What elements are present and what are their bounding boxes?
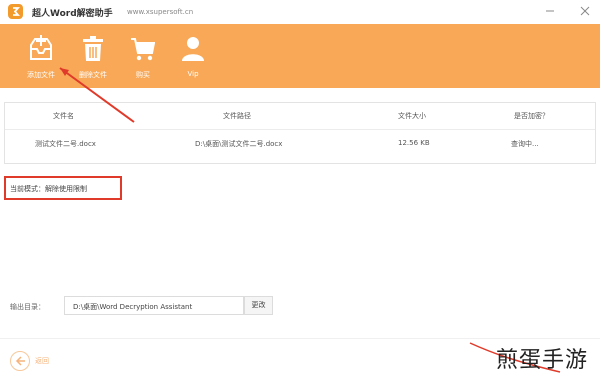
file-table: 文件名 文件路径 文件大小 是否加密？ 测试文件二号.docx D:\桌面\测试… — [4, 102, 596, 164]
add-file-icon — [29, 35, 53, 63]
cart-icon — [131, 35, 156, 63]
delete-file-label: 删除文件 — [79, 71, 107, 79]
column-header-encrypted: 是否加密？ — [514, 112, 549, 120]
column-header-path: 文件路径 — [223, 112, 251, 120]
app-title: 超人Word解密助手 — [32, 9, 113, 19]
change-dir-button[interactable]: 更改 — [244, 296, 273, 315]
close-icon[interactable] — [578, 4, 592, 18]
current-mode-box: 当前模式：解除使用限制 — [4, 176, 122, 200]
vip-label: Vip — [187, 70, 199, 78]
watermark-text: 煎蛋手游 — [496, 348, 589, 373]
buy-label: 购买 — [136, 71, 150, 79]
back-button-label[interactable]: 返回 — [35, 356, 49, 366]
output-dir-label: 输出目录： — [10, 303, 45, 311]
table-cell-name[interactable]: 测试文件二号.docx — [35, 139, 96, 149]
delete-icon — [81, 35, 105, 63]
table-cell-path[interactable]: D:\桌面\测试文件二号.docx — [195, 139, 282, 149]
user-icon — [181, 35, 205, 63]
table-cell-status[interactable]: 查询中... — [511, 139, 539, 149]
current-mode-text: 当前模式：解除使用限制 — [10, 185, 87, 193]
output-dir-field[interactable]: D:\桌面\Word Decryption Assistant — [64, 296, 244, 315]
table-header-divider — [5, 129, 595, 130]
app-logo-icon — [8, 4, 23, 19]
buy-button[interactable]: 购买 — [120, 24, 166, 88]
back-arrow-icon[interactable] — [10, 351, 30, 371]
footer-divider — [0, 338, 600, 339]
vip-button[interactable]: Vip — [170, 24, 216, 88]
add-file-label: 添加文件 — [27, 71, 55, 79]
minimize-icon[interactable] — [543, 4, 557, 18]
table-cell-size[interactable]: 12.56 KB — [398, 139, 430, 147]
add-file-button[interactable]: 添加文件 — [18, 24, 64, 88]
column-header-size: 文件大小 — [398, 112, 426, 120]
app-url-link[interactable]: www.xsupersoft.cn — [127, 8, 193, 16]
delete-file-button[interactable]: 删除文件 — [70, 24, 116, 88]
title-bar: 超人Word解密助手 www.xsupersoft.cn — [0, 0, 600, 24]
column-header-name: 文件名 — [53, 112, 74, 120]
toolbar: 添加文件 删除文件 购买 Vip — [0, 24, 600, 88]
